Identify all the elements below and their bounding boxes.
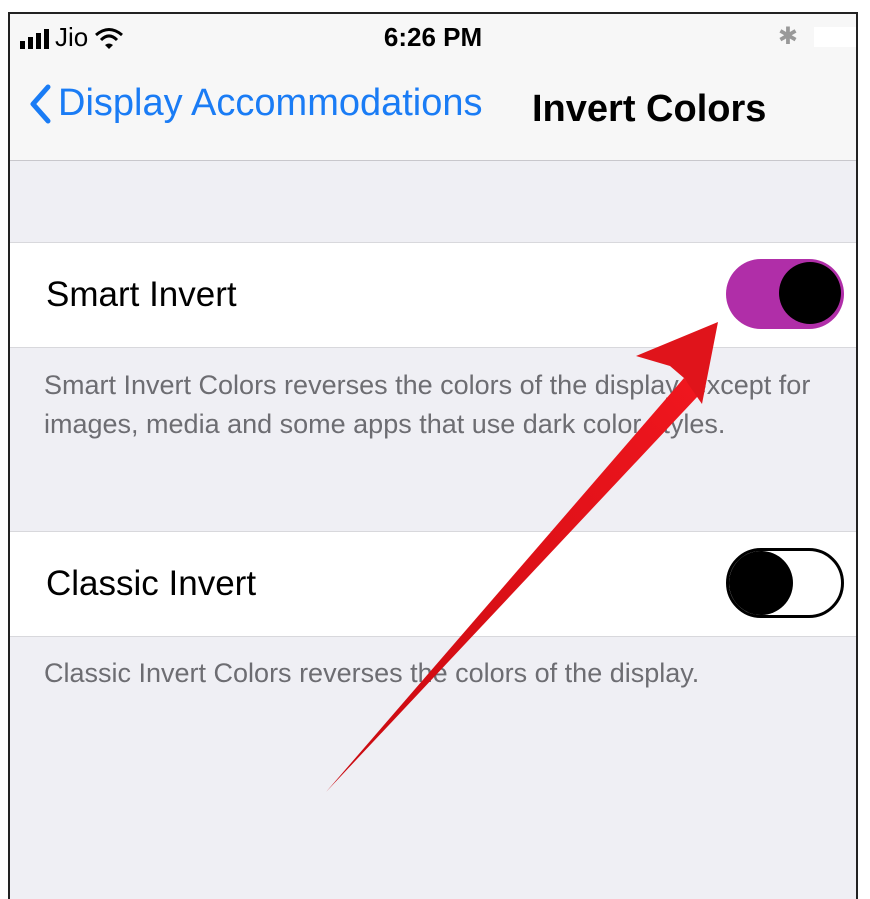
annotation-arrow [326,322,718,792]
arrow-shaft [326,378,698,792]
